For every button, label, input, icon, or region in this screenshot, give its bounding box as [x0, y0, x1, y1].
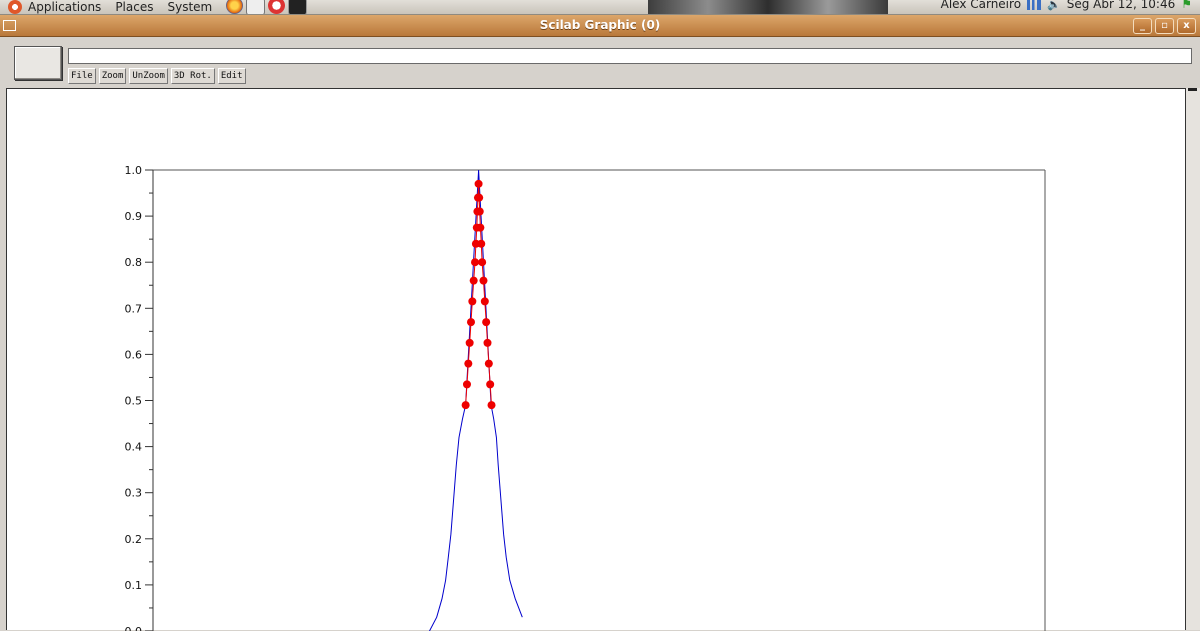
- series-1-point: [476, 223, 485, 232]
- series-1-point: [482, 318, 491, 327]
- y-tick-label: 0.2: [125, 533, 143, 546]
- series-1-point: [477, 239, 486, 248]
- menu-3d-rot[interactable]: 3D Rot.: [170, 68, 215, 84]
- help-icon[interactable]: [268, 0, 286, 14]
- y-tick-label: 1.0: [125, 164, 143, 177]
- series-1-point: [475, 193, 484, 202]
- plot-svg: 0.0 0.1 0.2 0.3 0.4 0.5 0.6 0.7 0.8 0.9 1.0: [125, 164, 1046, 631]
- menu-bar: File Zoom UnZoom 3D Rot. Edit: [68, 68, 246, 84]
- top-panel: Applications Places System Alex Carneiro…: [0, 0, 1200, 15]
- network-icon[interactable]: [1027, 0, 1042, 10]
- y-tick-label: 0.7: [125, 302, 143, 315]
- window-title: Scilab Graphic (0): [539, 18, 661, 32]
- series-1-point: [465, 338, 474, 347]
- logout-icon[interactable]: ⚑: [1181, 0, 1192, 11]
- mail-icon[interactable]: [246, 0, 266, 14]
- user-name[interactable]: Alex Carneiro: [941, 0, 1021, 11]
- menu-edit[interactable]: Edit: [217, 68, 246, 84]
- menu-system[interactable]: System: [167, 0, 212, 14]
- menu-applications[interactable]: Applications: [28, 0, 101, 14]
- series-1-point: [487, 401, 496, 410]
- series-1-line: [465, 183, 492, 406]
- firefox-icon[interactable]: [226, 0, 244, 14]
- wallpaper-strip: [648, 0, 888, 14]
- y-tick-label: 0.6: [125, 348, 143, 361]
- series-1-point: [486, 380, 495, 389]
- launcher-icons: [226, 0, 308, 14]
- y-tick-label: 0.4: [125, 441, 143, 454]
- y-tick-label: 0.8: [125, 256, 143, 269]
- series-1-point: [480, 297, 489, 306]
- y-tick-label: 0.0: [125, 625, 143, 631]
- series-1-point: [475, 207, 484, 216]
- series-1-point: [474, 179, 483, 188]
- ubuntu-logo-icon[interactable]: [8, 0, 22, 14]
- series-1-point: [468, 297, 477, 306]
- clock[interactable]: Seg Abr 12, 10:46: [1067, 0, 1176, 11]
- close-button[interactable]: x: [1177, 18, 1196, 34]
- menu-file[interactable]: File: [68, 68, 96, 84]
- series-1-point: [462, 380, 471, 389]
- graphic-canvas[interactable]: 0.0 0.1 0.2 0.3 0.4 0.5 0.6 0.7 0.8 0.9 1.0: [6, 88, 1186, 631]
- y-tick-label: 0.1: [125, 579, 143, 592]
- series-1-point: [479, 276, 488, 285]
- menu-places[interactable]: Places: [115, 0, 153, 14]
- terminal-icon[interactable]: [288, 0, 308, 14]
- message-field: [68, 48, 1192, 64]
- series-1-point: [484, 359, 493, 368]
- window-titlebar[interactable]: Scilab Graphic (0) _ ▫ x: [0, 15, 1200, 37]
- minimize-button[interactable]: _: [1133, 18, 1152, 34]
- series-1-point: [471, 258, 480, 267]
- volume-icon[interactable]: 🔈: [1047, 0, 1061, 11]
- stop-button[interactable]: [14, 46, 62, 80]
- menu-unzoom[interactable]: UnZoom: [129, 68, 168, 84]
- scrollbar-thumb[interactable]: [1188, 88, 1197, 91]
- series-1-point: [469, 276, 478, 285]
- y-tick-label: 0.5: [125, 395, 143, 408]
- graphic-toolbar: File Zoom UnZoom 3D Rot. Edit: [6, 37, 1194, 88]
- y-tick-label: 0.9: [125, 210, 143, 223]
- series-1-point: [483, 338, 492, 347]
- series-1-point: [464, 359, 473, 368]
- series-1-point: [478, 258, 487, 267]
- series-1-point: [466, 318, 475, 327]
- series-1-point: [461, 401, 470, 410]
- vertical-scrollbar[interactable]: [1186, 88, 1200, 630]
- maximize-button[interactable]: ▫: [1155, 18, 1174, 34]
- y-tick-label: 0.3: [125, 487, 143, 500]
- menu-zoom[interactable]: Zoom: [98, 68, 127, 84]
